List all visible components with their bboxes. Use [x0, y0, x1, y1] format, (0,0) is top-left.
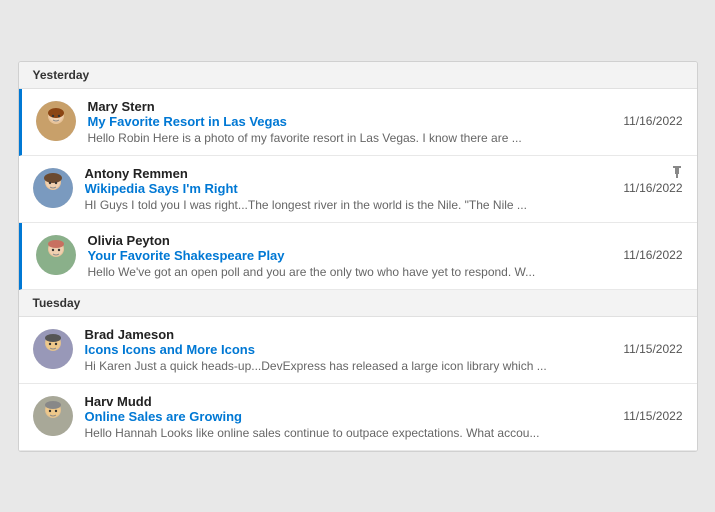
sender-name-brad: Brad Jameson [85, 327, 175, 342]
email-date-olivia: 11/16/2022 [623, 248, 682, 262]
email-top-row-olivia: Olivia Peyton [88, 233, 683, 248]
email-subject-brad: Icons Icons and More Icons [85, 342, 616, 357]
email-preview-antony: HI Guys I told you I was right...The lon… [85, 198, 683, 212]
section-header-tuesday: Tuesday [19, 290, 697, 317]
email-date-harv: 11/15/2022 [623, 409, 682, 423]
email-preview-olivia: Hello We've got an open poll and you are… [88, 265, 683, 279]
email-top-row-harv: Harv Mudd [85, 394, 683, 409]
email-subject-mary: My Favorite Resort in Las Vegas [88, 114, 616, 129]
sender-name-harv: Harv Mudd [85, 394, 152, 409]
pin-icon-antony [671, 166, 683, 181]
email-preview-harv: Hello Hannah Looks like online sales con… [85, 426, 683, 440]
section-header-yesterday: Yesterday [19, 62, 697, 89]
email-subject-antony: Wikipedia Says I'm Right [85, 181, 616, 196]
email-item-harv[interactable]: Harv MuddOnline Sales are Growing 11/15/2… [19, 384, 697, 451]
avatar-olivia [36, 235, 76, 275]
sender-name-olivia: Olivia Peyton [88, 233, 170, 248]
subject-row-harv: Online Sales are Growing 11/15/2022 [85, 409, 683, 424]
email-list: Yesterday Mary SternMy Favorite Resort i… [18, 61, 698, 452]
email-subject-harv: Online Sales are Growing [85, 409, 616, 424]
email-date-antony: 11/16/2022 [623, 181, 682, 195]
email-date-mary: 11/16/2022 [623, 114, 682, 128]
subject-row-brad: Icons Icons and More Icons 11/15/2022 [85, 342, 683, 357]
email-item-olivia[interactable]: Olivia PeytonYour Favorite Shakespeare P… [19, 223, 697, 290]
email-item-brad[interactable]: Brad JamesonIcons Icons and More Icons 11… [19, 317, 697, 384]
email-subject-olivia: Your Favorite Shakespeare Play [88, 248, 616, 263]
sender-name-mary: Mary Stern [88, 99, 155, 114]
avatar-harv [33, 396, 73, 436]
email-top-row-brad: Brad Jameson [85, 327, 683, 342]
email-top-row-antony: Antony Remmen [85, 166, 683, 181]
sender-name-antony: Antony Remmen [85, 166, 188, 181]
email-preview-brad: Hi Karen Just a quick heads-up...DevExpr… [85, 359, 683, 373]
avatar-mary [36, 101, 76, 141]
email-item-mary[interactable]: Mary SternMy Favorite Resort in Las Vega… [19, 89, 697, 156]
email-content-brad: Brad JamesonIcons Icons and More Icons 11… [85, 327, 683, 373]
email-item-antony[interactable]: Antony RemmenWikipedia Says I'm Right 11/… [19, 156, 697, 223]
email-content-mary: Mary SternMy Favorite Resort in Las Vega… [88, 99, 683, 145]
subject-row-antony: Wikipedia Says I'm Right 11/16/2022 [85, 181, 683, 196]
email-content-olivia: Olivia PeytonYour Favorite Shakespeare P… [88, 233, 683, 279]
subject-row-olivia: Your Favorite Shakespeare Play 11/16/2022 [88, 248, 683, 263]
avatar-brad [33, 329, 73, 369]
subject-row-mary: My Favorite Resort in Las Vegas 11/16/202… [88, 114, 683, 129]
email-date-brad: 11/15/2022 [623, 342, 682, 356]
email-preview-mary: Hello Robin Here is a photo of my favori… [88, 131, 683, 145]
email-content-antony: Antony RemmenWikipedia Says I'm Right 11/… [85, 166, 683, 212]
email-top-row-mary: Mary Stern [88, 99, 683, 114]
avatar-antony [33, 168, 73, 208]
email-content-harv: Harv MuddOnline Sales are Growing 11/15/2… [85, 394, 683, 440]
